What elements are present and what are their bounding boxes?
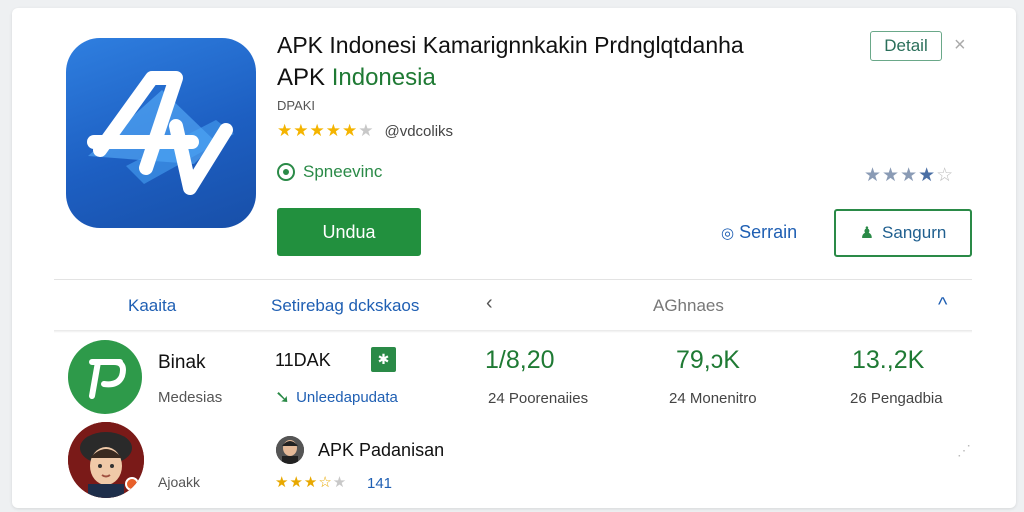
person-upload-icon: ♟ [859,225,875,242]
row1-sub: Medesias [158,389,223,406]
section-divider [54,279,972,280]
app-subtitle: APK Indonesia [277,64,436,92]
row2-sub: Ajoakk [158,474,201,490]
row1-link-label: Unleedapudata [296,389,398,406]
stat1-value: 1/8,20 [485,346,555,374]
chevron-up-icon[interactable]: ^ [938,294,947,317]
row2-score: 141 [367,475,393,492]
stat3-label: 26 Pengadbia [850,390,943,407]
rating-stars-right: ★★★★☆ [864,165,955,186]
rating-stars: ★★★★★★ [277,121,375,140]
pin-icon: ◎ [721,224,735,242]
tabs-row: Kaaita Setirebag dckskaos ‹ AGhnaes ^ [12,292,1016,322]
row2-name[interactable]: APK Padanisan [318,440,444,461]
sangurn-button[interactable]: ♟ Sangurn [834,209,972,257]
detail-button[interactable]: Detail [870,31,942,61]
tabs-shadow [54,330,972,333]
subtitle-brand: Indonesia [331,64,436,91]
tab-aghnaes[interactable]: AGhnaes [653,296,724,316]
grid-icon: ✱ [371,347,396,372]
app-card: APK Indonesi Kamarignnkakin Prdnglqtdanh… [12,8,1016,508]
stat3-value: 13.,2K [852,346,925,374]
stat1-label: 24 Poorenaiies [488,390,589,407]
tab-kaaita[interactable]: Kaaita [128,296,176,316]
chevron-left-icon[interactable]: ‹ [486,292,493,315]
stat2-label: 24 Monenitro [669,390,757,407]
install-button[interactable]: Undua [277,208,421,256]
row1-code: 11DAK [275,350,331,370]
app-title: APK Indonesi Kamarignnkakin Prdnglqtdanh… [277,32,744,58]
more-icon[interactable]: ⋰ [957,442,971,459]
serrain-link[interactable]: ◎ Serrain [721,222,797,243]
close-icon[interactable]: × [954,34,966,57]
status-row: Spneevinc [277,162,382,182]
row1-link[interactable]: ➘ Unleedapudata [275,387,398,408]
small-avatar [276,436,304,464]
avatar [68,422,144,498]
tab-setirebag[interactable]: Setirebag dckskaos [271,296,419,316]
radio-status-icon [277,163,295,181]
download-arrow-icon: ➘ [275,387,291,407]
row1-name: Binak [158,352,206,373]
serrain-label: Serrain [739,222,798,242]
row2-stars: ★★★☆★ [275,474,348,491]
tree-icon [68,340,142,414]
status-text: Spneevinc [303,162,383,181]
developer-handle[interactable]: @vdcoliks [384,123,453,140]
developer-label: DPAKI [277,98,316,113]
sangurn-label: Sangurn [882,223,947,242]
stat2-value: 79,ɔK [676,346,740,374]
rating-row: ★★★★★★ @vdcoliks [277,121,453,141]
app-logo-icon [66,38,256,228]
subtitle-prefix: APK [277,64,332,91]
